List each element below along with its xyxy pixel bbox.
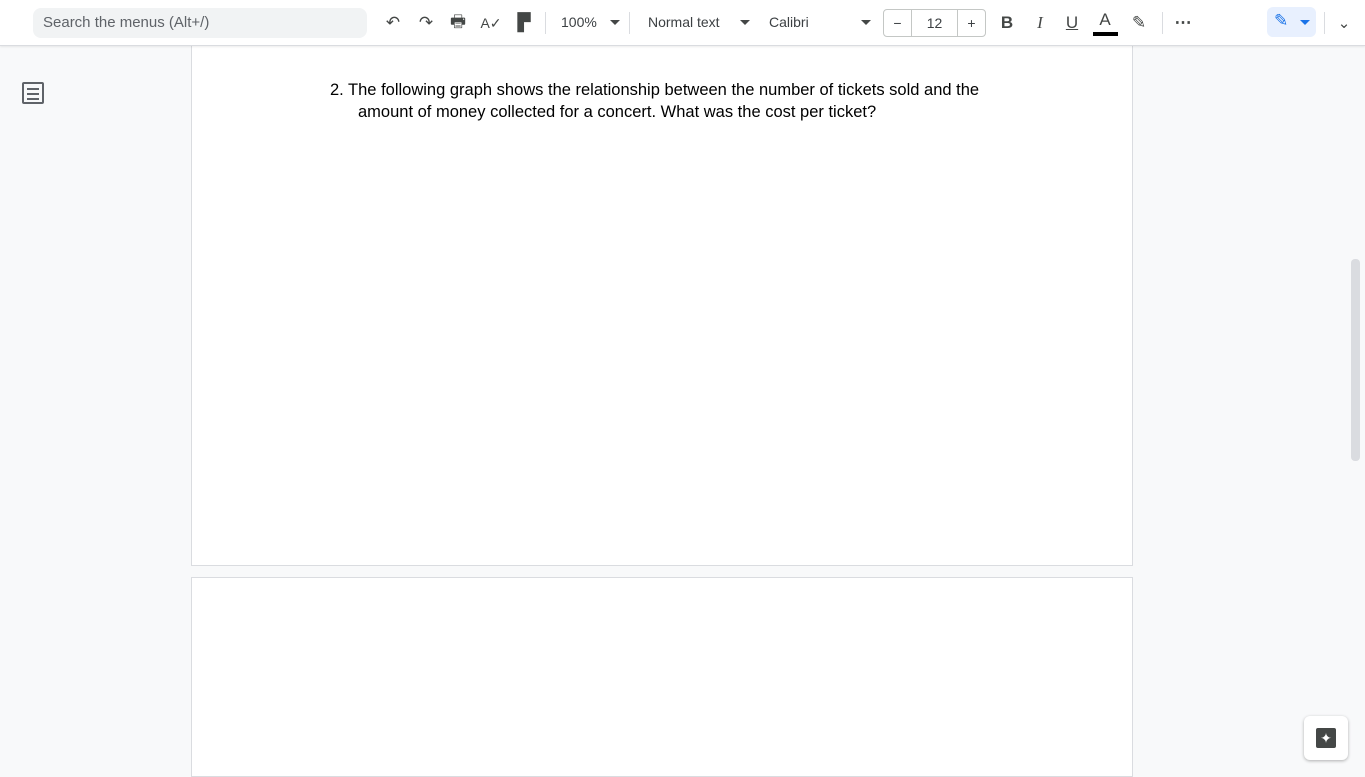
style-select[interactable]: Normal text bbox=[648, 14, 720, 30]
font-size-stepper: − 12 + bbox=[883, 9, 986, 37]
question-line: 2. The following graph shows the relatio… bbox=[330, 81, 980, 99]
scrollbar-thumb[interactable] bbox=[1351, 259, 1360, 461]
document-page[interactable] bbox=[191, 577, 1133, 777]
divider bbox=[629, 12, 630, 34]
italic-button[interactable]: I bbox=[1028, 11, 1052, 35]
question-text: 2. The following graph shows the relatio… bbox=[330, 79, 979, 123]
font-size-input[interactable]: 12 bbox=[912, 10, 958, 36]
zoom-select[interactable]: 100% bbox=[561, 14, 597, 30]
paint-format-icon[interactable]: ▛ bbox=[512, 11, 536, 35]
divider bbox=[1162, 12, 1163, 34]
caret-down-icon bbox=[1300, 20, 1310, 25]
more-button[interactable]: ⋯ bbox=[1171, 11, 1195, 35]
divider bbox=[545, 12, 546, 34]
increase-font-size-button[interactable]: + bbox=[958, 10, 985, 36]
text-color-button[interactable]: A bbox=[1093, 8, 1117, 32]
editing-mode-button[interactable]: ✎ bbox=[1267, 7, 1316, 37]
explore-button[interactable]: ✦ bbox=[1304, 716, 1348, 760]
redo-icon[interactable]: ↷ bbox=[414, 11, 438, 35]
font-select[interactable]: Calibri bbox=[769, 14, 809, 30]
collapse-chevron-icon[interactable]: ⌄ bbox=[1332, 11, 1356, 35]
bold-button[interactable]: B bbox=[995, 11, 1019, 35]
style-caret-icon[interactable] bbox=[740, 20, 750, 25]
spellcheck-icon[interactable]: A✓ bbox=[479, 11, 503, 35]
print-icon[interactable]: 🖶 bbox=[446, 11, 470, 35]
outline-icon[interactable] bbox=[22, 82, 44, 104]
search-menus-input[interactable]: Search the menus (Alt+/) bbox=[33, 8, 367, 38]
undo-icon[interactable]: ↶ bbox=[381, 11, 405, 35]
highlight-icon[interactable]: ✎ bbox=[1127, 11, 1151, 35]
text-color-swatch bbox=[1093, 32, 1118, 36]
question-line: amount of money collected for a concert.… bbox=[358, 103, 877, 121]
decrease-font-size-button[interactable]: − bbox=[884, 10, 912, 36]
explore-icon: ✦ bbox=[1316, 728, 1336, 748]
font-caret-icon[interactable] bbox=[861, 20, 871, 25]
toolbar: Search the menus (Alt+/) ↶ ↷ 🖶 A✓ ▛ 100%… bbox=[0, 0, 1365, 46]
pencil-icon: ✎ bbox=[1274, 11, 1289, 30]
zoom-caret-icon[interactable] bbox=[610, 20, 620, 25]
divider bbox=[1324, 12, 1325, 34]
underline-button[interactable]: U bbox=[1060, 11, 1084, 35]
